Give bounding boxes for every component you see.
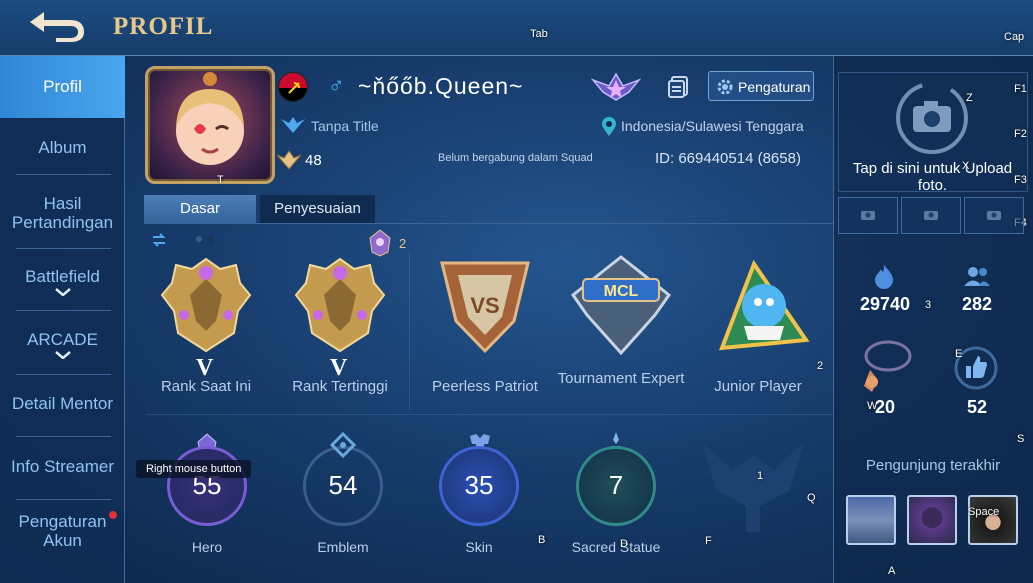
angola-flag-icon (278, 72, 308, 102)
junior-player-icon[interactable] (714, 258, 810, 354)
star-rank-icon[interactable] (591, 72, 641, 102)
swap-icon[interactable] (151, 233, 167, 247)
key-hint-d: D (620, 538, 628, 550)
visitor-avatar-1[interactable] (846, 495, 896, 545)
section-divider (146, 414, 834, 415)
level-wings-icon (276, 150, 302, 170)
tab-penyesuaian[interactable]: Penyesuaian (260, 195, 375, 223)
visitor-avatar-3[interactable] (968, 495, 1018, 545)
badge-label: Tournament Expert (557, 370, 685, 387)
key-hint-b: B (538, 534, 546, 546)
svg-text:VS: VS (470, 293, 499, 318)
sidebar-item-profil[interactable]: Profil (0, 56, 125, 118)
likes-count: 52 (966, 397, 988, 417)
key-hint-f2: F2 (1014, 128, 1027, 140)
sidebar-item-album[interactable]: Album (0, 138, 125, 157)
popularity-count: 29740 (859, 294, 911, 314)
flame-icon (875, 265, 893, 289)
key-hint-3: 3 (925, 299, 932, 311)
followers-count[interactable]: 282 (937, 294, 1017, 315)
page-dot (208, 236, 214, 242)
sidebar-item-label: ARCADE (27, 330, 98, 349)
chevron-down-icon (54, 351, 71, 359)
badge-label: Peerless Patriot (432, 378, 538, 395)
key-hint-t: T (217, 174, 224, 186)
patriot-shield-icon[interactable]: VS (432, 255, 538, 355)
page-dot (196, 236, 202, 242)
squad-status: Belum bergabung dalam Squad (438, 152, 593, 164)
badge-label: Rank Saat Ini (160, 378, 252, 395)
key-hint-f: F (705, 535, 712, 547)
sidebar-item-pengaturan-akun[interactable]: Pengaturan Akun (0, 512, 125, 550)
charm-count: 20 (874, 397, 896, 417)
mythic-rank-icon[interactable] (294, 255, 386, 355)
badge-label: Rank Tertinggi (292, 378, 388, 395)
key-hint-w: W (867, 400, 878, 412)
avatar[interactable] (145, 66, 275, 184)
key-hint-tab: Tab (530, 28, 548, 40)
player-level: 48 (305, 152, 322, 169)
badge-label: Junior Player (714, 378, 802, 395)
key-hint-s: S (1017, 433, 1025, 445)
camera-icon (861, 211, 875, 220)
mythic-rank-icon[interactable] (160, 255, 252, 355)
sidebar-item-hasil-pertandingan[interactable]: Hasil Pertandingan (0, 194, 125, 232)
key-hint-f1: F1 (1014, 83, 1027, 95)
tab-divider (144, 223, 834, 224)
mcl-badge-icon[interactable]: MCL (569, 255, 673, 355)
emblem-count: 54 (328, 470, 358, 500)
followers-icon (964, 267, 990, 286)
sidebar-item-info-streamer[interactable]: Info Streamer (0, 457, 125, 476)
key-hint-z: Z (966, 92, 973, 104)
sidebar-item-label: Battlefield (25, 267, 100, 286)
emblem-label: Emblem (317, 539, 369, 555)
key-hint-space: Space (968, 506, 1000, 518)
key-hint-2: 2 (817, 360, 824, 372)
page-title: PROFIL (113, 13, 214, 40)
sacred-statue-count: 7 (608, 470, 624, 500)
gear-icon (717, 79, 733, 95)
camera-icon (987, 211, 1001, 220)
camera-icon (924, 211, 938, 220)
sidebar: Profil Album Hasil Pertandingan Battlefi… (0, 56, 125, 583)
settings-button[interactable]: Pengaturan (708, 71, 814, 101)
key-hint-q: Q (807, 492, 816, 504)
key-hint-cap: Cap (1004, 31, 1025, 43)
camera-icon[interactable] (894, 80, 970, 156)
hero-label: Hero (191, 539, 223, 555)
key-hint-1: 1 (757, 470, 764, 482)
locked-trophy-icon (702, 442, 804, 532)
key-hint-a: A (888, 565, 896, 577)
location-pin-icon (602, 117, 616, 136)
sidebar-item-battlefield[interactable]: Battlefield (0, 267, 125, 296)
chevron-down-icon (54, 288, 71, 296)
recent-visitors-label: Pengunjung terakhir (865, 457, 1001, 474)
back-arrow-icon[interactable] (26, 8, 90, 44)
achievement-counter: 2 (399, 236, 407, 251)
male-icon: ♂ (328, 73, 345, 98)
player-id: ID: 669440514 (8658) (655, 150, 801, 167)
tooltip-right-mouse: Right mouse button (136, 460, 252, 478)
upload-photo-text[interactable]: Tap di sini untuk Upload foto. (840, 160, 1025, 194)
player-name: ~ňőőb.Queen~ (358, 73, 524, 99)
sidebar-item-arcade[interactable]: ARCADE (0, 330, 125, 359)
player-title: Tanpa Title (311, 118, 379, 134)
key-hint-x: X (962, 160, 970, 172)
key-hint-f3: F3 (1014, 174, 1027, 186)
title-wings-icon (281, 117, 305, 133)
player-location: Indonesia/Sulawesi Tenggara (621, 118, 804, 134)
sacred-statue-label: Sacred Statue (571, 539, 661, 555)
sidebar-item-detail-mentor[interactable]: Detail Mentor (0, 394, 125, 413)
visitor-avatar-2[interactable] (907, 495, 957, 545)
skin-label: Skin (465, 539, 493, 555)
charm-necklace-icon[interactable] (858, 336, 914, 398)
notification-dot (109, 511, 117, 519)
tab-dasar[interactable]: Dasar (144, 195, 256, 223)
key-hint-e: E (955, 348, 963, 360)
skin-count: 35 (464, 470, 494, 500)
svg-text:MCL: MCL (604, 283, 639, 300)
cards-icon[interactable] (666, 75, 690, 99)
settings-label: Pengaturan (738, 79, 811, 95)
